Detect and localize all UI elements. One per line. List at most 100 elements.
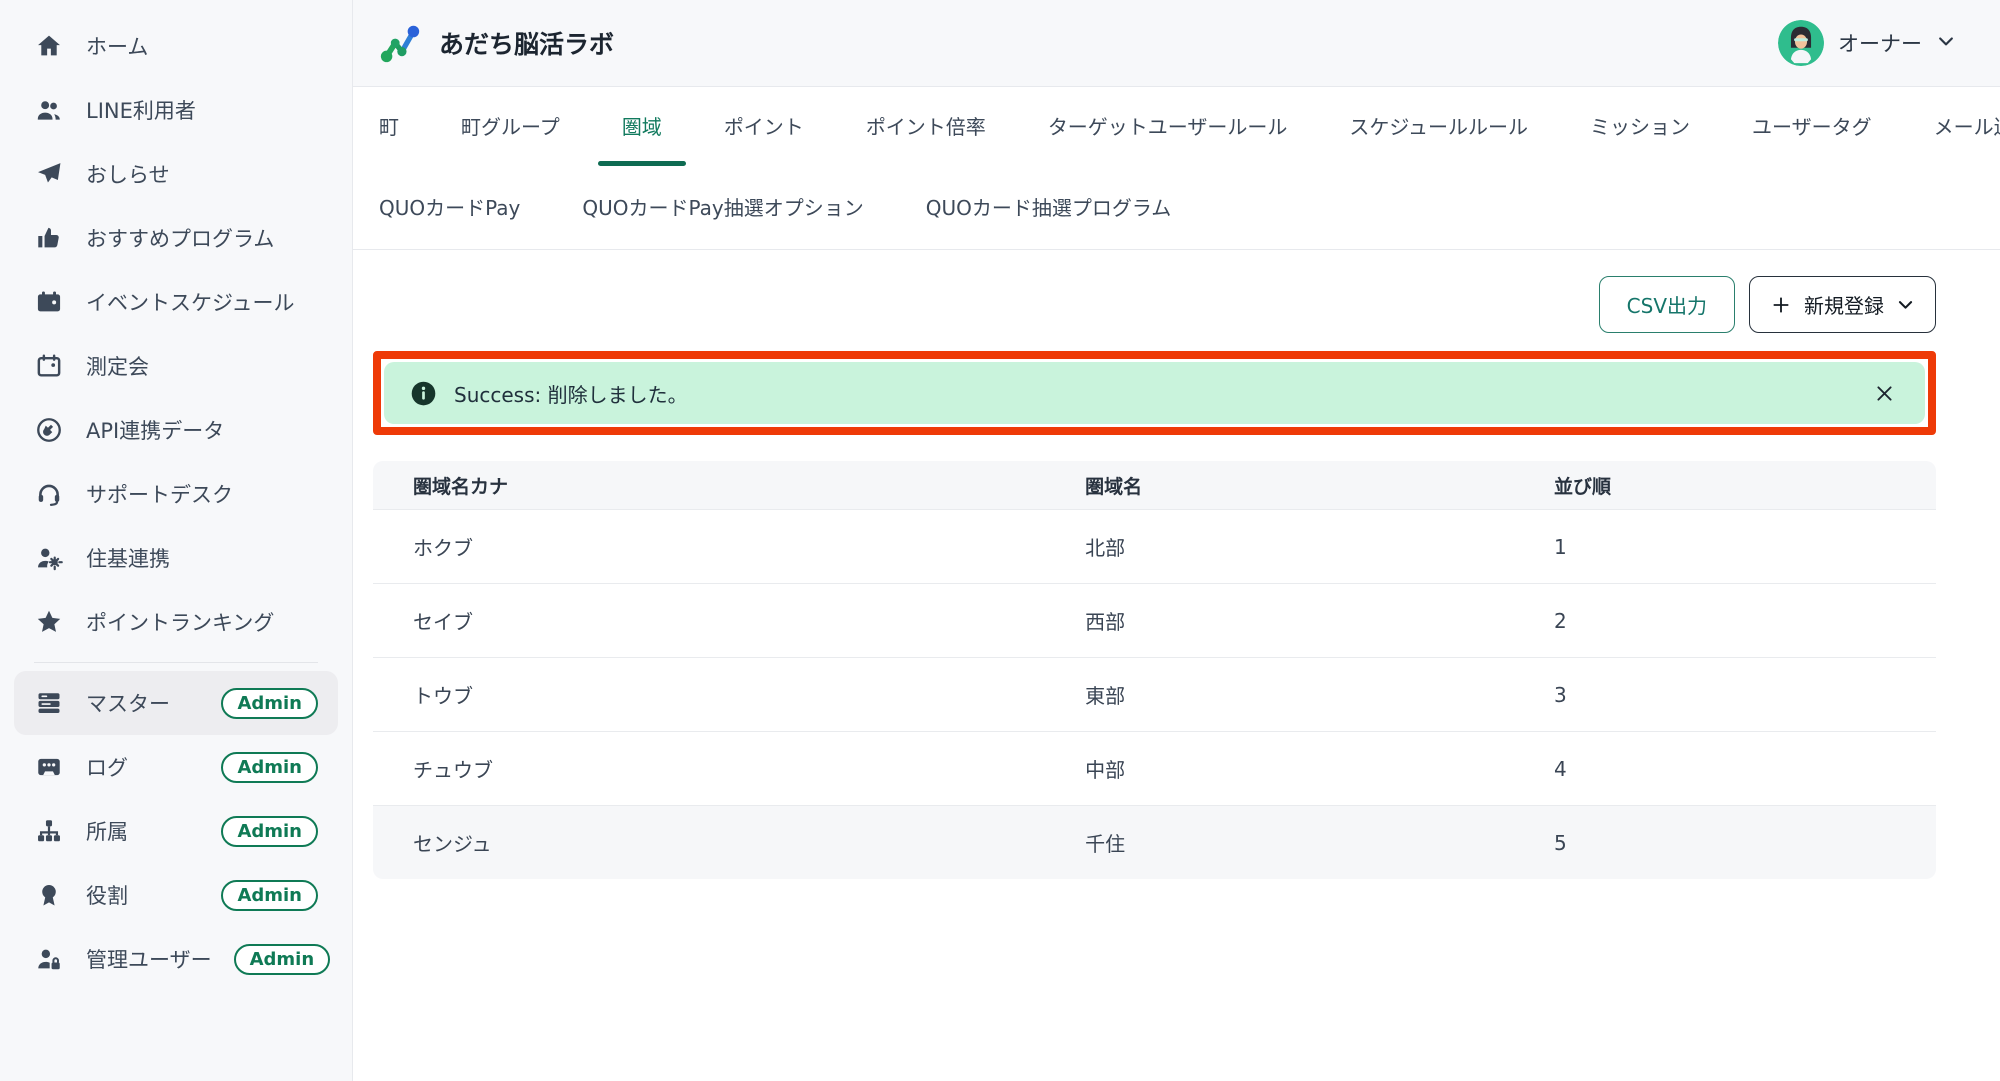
- tab-quo-card-pay-lottery-option[interactable]: QUOカードPay抽選オプション: [580, 192, 865, 221]
- column-header: 並び順: [1514, 472, 1936, 499]
- org-chart-icon: [34, 816, 64, 846]
- alert-close-button[interactable]: [1870, 379, 1899, 408]
- sidebar-item-home[interactable]: ホーム: [14, 14, 338, 78]
- thumbs-up-icon: [34, 223, 64, 253]
- table-cell: ホクブ: [373, 532, 1045, 561]
- tab-row-1: 町町グループ圏域ポイントポイント倍率ターゲットユーザールールスケジュールルールミ…: [377, 107, 1976, 166]
- tab-quo-card-lottery-program[interactable]: QUOカード抽選プログラム: [924, 192, 1174, 221]
- table-cell: チュウブ: [373, 754, 1045, 783]
- tab-quo-card-pay[interactable]: QUOカードPay: [377, 192, 522, 221]
- sidebar-item-api-link-data[interactable]: API連携データ: [14, 398, 338, 462]
- new-registration-button[interactable]: 新規登録: [1749, 276, 1936, 333]
- table-cell: 4: [1514, 757, 1936, 781]
- sidebar-item-master[interactable]: マスターAdmin: [14, 671, 338, 735]
- user-menu[interactable]: オーナー: [1778, 20, 1956, 66]
- server-icon: [34, 688, 64, 718]
- sidebar-item-label: おしらせ: [86, 159, 170, 189]
- sidebar-item-affiliation[interactable]: 所属 Admin: [14, 799, 338, 863]
- star-icon: [34, 607, 64, 637]
- tab-mail-destination[interactable]: メール送信先: [1932, 107, 2000, 166]
- admin-badge: Admin: [221, 880, 318, 911]
- table-cell: 中部: [1045, 754, 1514, 783]
- tab-schedule-rule[interactable]: スケジュールルール: [1347, 107, 1530, 166]
- sidebar-item-label: おすすめプログラム: [86, 223, 274, 253]
- tab-town-group[interactable]: 町グループ: [459, 107, 562, 166]
- tabs-bar: 町町グループ圏域ポイントポイント倍率ターゲットユーザールールスケジュールルールミ…: [353, 87, 2000, 250]
- table-cell: 東部: [1045, 680, 1514, 709]
- page-title: あだち脳活ラボ: [439, 25, 614, 61]
- sidebar-item-event-schedule[interactable]: イベントスケジュール: [14, 270, 338, 334]
- annotation-highlight-box: Success: 削除しました。: [373, 351, 1936, 435]
- award-icon: [34, 880, 64, 910]
- admin-badge: Admin: [221, 752, 318, 783]
- sidebar-item-role[interactable]: 役割 Admin: [14, 863, 338, 927]
- chevron-down-icon: [1936, 31, 1956, 55]
- sidebar-item-measurement-events[interactable]: 測定会: [14, 334, 338, 398]
- table-row[interactable]: チュウブ中部4: [373, 731, 1936, 805]
- plus-icon: [1770, 294, 1792, 316]
- column-header: 圏域名: [1045, 472, 1514, 499]
- table-row[interactable]: トウブ東部3: [373, 657, 1936, 731]
- sidebar-item-label: 測定会: [86, 351, 149, 381]
- sidebar-item-label: 所属: [86, 816, 128, 846]
- table-header-row: 圏域名カナ圏域名並び順: [373, 461, 1936, 509]
- tab-target-user-rule[interactable]: ターゲットユーザールール: [1046, 107, 1290, 166]
- tab-mission[interactable]: ミッション: [1588, 107, 1692, 166]
- table-cell: 2: [1514, 609, 1936, 633]
- app-logo-icon: [377, 20, 423, 66]
- cassette-icon: [34, 752, 64, 782]
- sidebar-nav: ホーム LINE利用者おしらせおすすめプログラムイベントスケジュール測定会 API連…: [14, 14, 338, 991]
- tab-point-rate[interactable]: ポイント倍率: [864, 107, 988, 166]
- tab-town[interactable]: 町: [377, 107, 401, 166]
- admin-badge: Admin: [221, 816, 318, 847]
- tab-point[interactable]: ポイント: [722, 107, 806, 166]
- user-lock-icon: [34, 944, 64, 974]
- sidebar-item-label: マスター: [86, 688, 170, 718]
- main-area: あだち脳活ラボ オーナー 町町グループ圏: [353, 0, 2000, 1081]
- api-plug-icon: [34, 415, 64, 445]
- tab-row-2: QUOカードPay QUOカードPay抽選オプション QUOカード抽選プログラム: [377, 166, 1976, 249]
- new-registration-label: 新規登録: [1804, 290, 1884, 319]
- sidebar-item-label: サポートデスク: [86, 479, 233, 509]
- sidebar: ホーム LINE利用者おしらせおすすめプログラムイベントスケジュール測定会 API連…: [0, 0, 353, 1081]
- table-cell: 北部: [1045, 532, 1514, 561]
- user-gear-icon: [34, 543, 64, 573]
- users-icon: [34, 95, 64, 125]
- sidebar-item-label: 管理ユーザー: [86, 944, 212, 974]
- brand: あだち脳活ラボ: [377, 20, 614, 66]
- table-row[interactable]: セイブ西部2: [373, 583, 1936, 657]
- tab-user-tag[interactable]: ユーザータグ: [1750, 107, 1874, 166]
- sidebar-item-notices[interactable]: おしらせ: [14, 142, 338, 206]
- sidebar-item-label: ポイントランキング: [86, 607, 274, 637]
- avatar: [1778, 20, 1824, 66]
- content: CSV出力 新規登録 Success: 削除し: [353, 250, 2000, 1081]
- table-cell: 千住: [1045, 828, 1514, 857]
- csv-export-button[interactable]: CSV出力: [1599, 276, 1735, 333]
- table-cell: 5: [1514, 831, 1936, 855]
- table-row[interactable]: ホクブ北部1: [373, 509, 1936, 583]
- sidebar-item-admin-users[interactable]: 管理ユーザー Admin: [14, 927, 338, 991]
- close-icon: [1874, 383, 1895, 404]
- sidebar-item-line-users[interactable]: LINE利用者: [14, 78, 338, 142]
- sidebar-item-label: 住基連携: [86, 543, 170, 573]
- sidebar-item-label: 役割: [86, 880, 128, 910]
- success-alert: Success: 削除しました。: [384, 362, 1925, 424]
- admin-badge: Admin: [234, 944, 331, 975]
- sidebar-divider: [34, 662, 318, 663]
- table-row[interactable]: センジュ千住5: [373, 805, 1936, 879]
- sidebar-item-label: ログ: [86, 752, 128, 782]
- calendar-filled-icon: [34, 287, 64, 317]
- sidebar-item-label: イベントスケジュール: [86, 287, 295, 317]
- tab-area[interactable]: 圏域: [620, 107, 664, 166]
- sidebar-item-label: ホーム: [86, 31, 148, 61]
- sidebar-item-recommended-programs[interactable]: おすすめプログラム: [14, 206, 338, 270]
- sidebar-item-point-ranking[interactable]: ポイントランキング: [14, 590, 338, 654]
- table-cell: 西部: [1045, 606, 1514, 635]
- info-icon: [410, 380, 437, 407]
- calendar-outline-icon: [34, 351, 64, 381]
- sidebar-item-support-desk[interactable]: サポートデスク: [14, 462, 338, 526]
- table-cell: 1: [1514, 535, 1936, 559]
- sidebar-item-log[interactable]: ログ Admin: [14, 735, 338, 799]
- sidebar-item-juki-renkei[interactable]: 住基連携: [14, 526, 338, 590]
- chevron-down-icon: [1896, 295, 1915, 314]
